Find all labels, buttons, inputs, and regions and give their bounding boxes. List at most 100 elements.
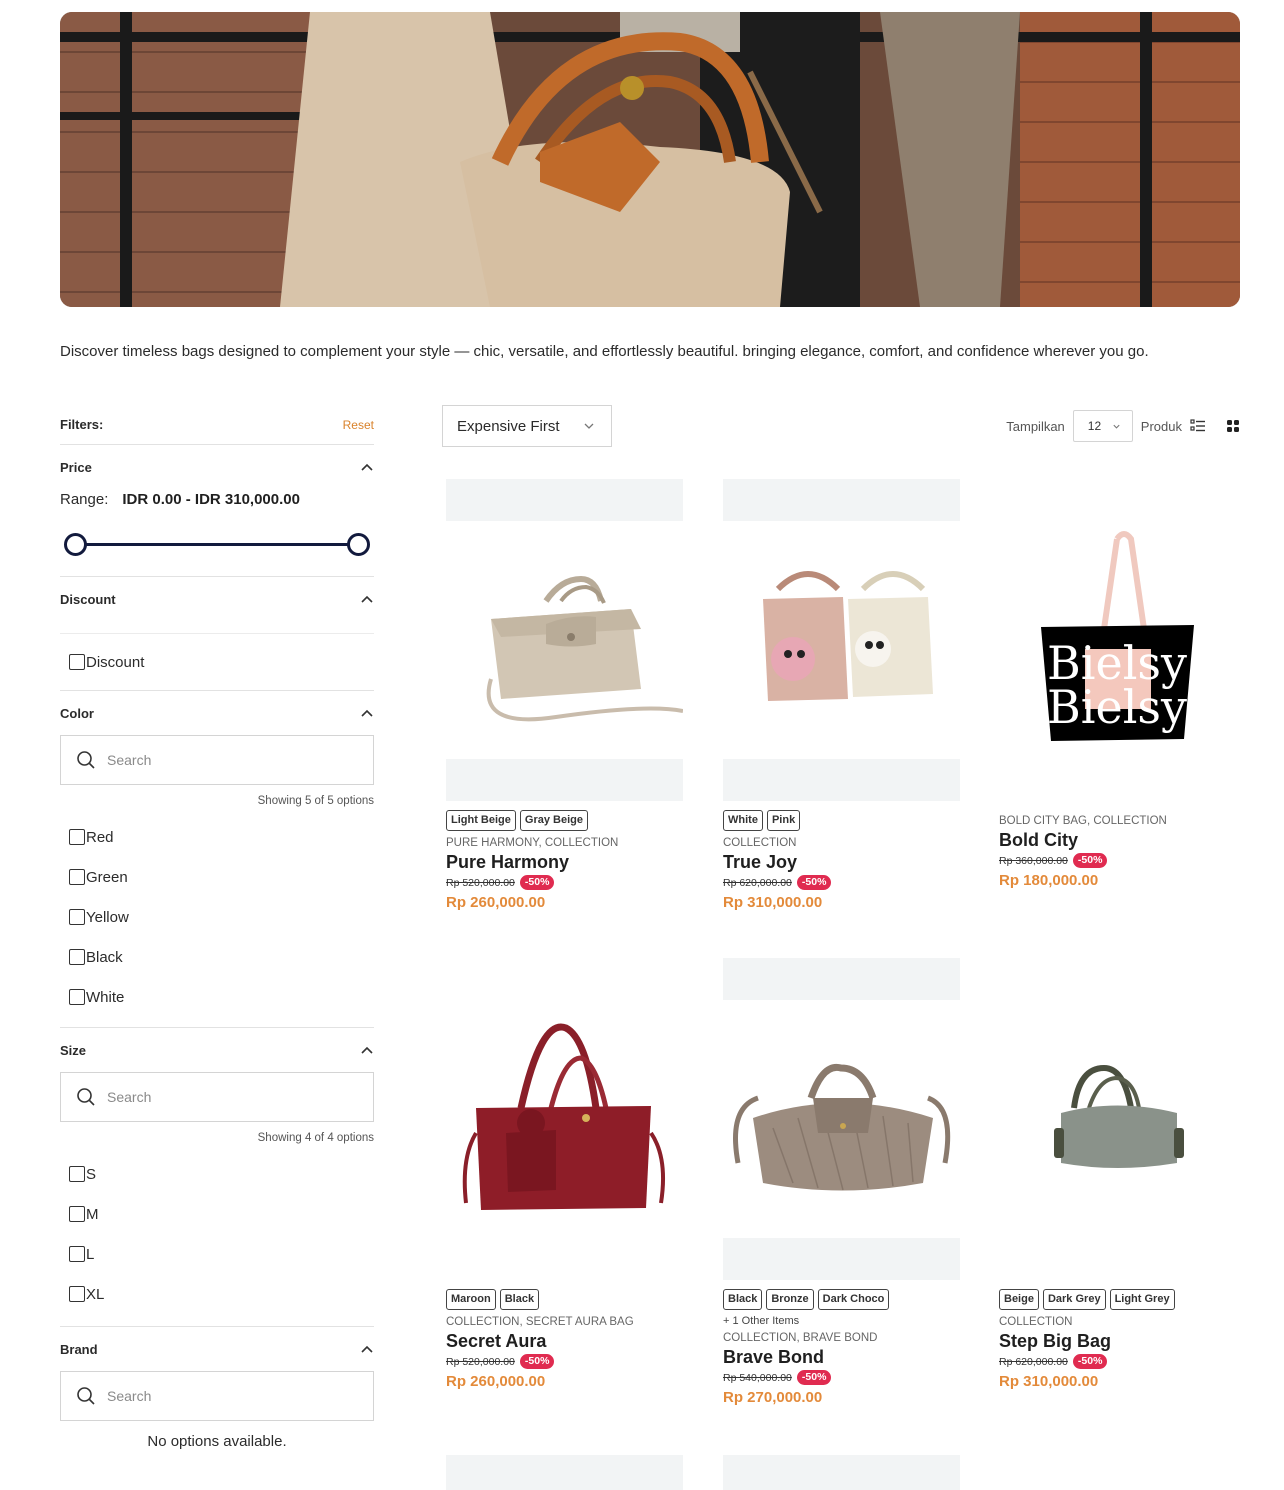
product-image[interactable]: [999, 958, 1236, 1280]
size-checkbox-0[interactable]: S: [60, 1154, 374, 1194]
checkbox-box[interactable]: [69, 1286, 85, 1302]
price-range-slider[interactable]: [60, 516, 374, 576]
product-name[interactable]: Brave Bond: [723, 1347, 960, 1368]
sale-price: Rp 260,000.00: [446, 894, 546, 911]
original-price: Rp 360,000.00: [999, 854, 1068, 867]
variant-tag[interactable]: Light Grey: [1109, 1289, 1175, 1310]
variant-tag[interactable]: Dark Choco: [817, 1289, 890, 1310]
maroon-handbag-image: [446, 958, 683, 1280]
checkbox-box[interactable]: [69, 1206, 85, 1222]
color-options-count: Showing 5 of 5 options: [257, 795, 374, 807]
discount-filter-section: Discount Discount: [60, 577, 374, 691]
pink-white-totes-image: [723, 521, 960, 759]
color-search-placeholder: Search: [107, 752, 152, 768]
product-name[interactable]: Pure Harmony: [446, 852, 683, 873]
checkbox-box[interactable]: [69, 1246, 85, 1262]
color-option-label: White: [86, 988, 125, 1006]
product-name[interactable]: Secret Aura: [446, 1331, 683, 1352]
old-price-line: Rp 520,000.00 -50%: [446, 875, 683, 890]
intro-text: Discover timeless bags designed to compl…: [60, 343, 1149, 360]
color-checkbox-4[interactable]: White: [60, 977, 374, 1017]
brand-filter-section: Brand Search No options available.: [60, 1327, 374, 1450]
variant-tag[interactable]: Black: [723, 1289, 763, 1310]
variant-tag[interactable]: Beige: [999, 1289, 1039, 1310]
product-card-partial[interactable]: [446, 1455, 683, 1490]
price-filter-toggle[interactable]: Price: [60, 445, 374, 489]
product-card[interactable]: Beige Dark Grey Light Grey COLLECTION Step B…: [999, 958, 1236, 1390]
variant-tag[interactable]: Dark Grey: [1042, 1289, 1106, 1310]
discount-badge: -50%: [796, 875, 832, 890]
color-checkbox-3[interactable]: Black: [60, 937, 374, 977]
variant-tags: Light Beige Gray Beige: [446, 810, 683, 832]
product-image[interactable]: [446, 479, 683, 801]
discount-filter-toggle[interactable]: Discount: [60, 577, 374, 621]
hero-photo-image: [60, 12, 1240, 307]
product-name[interactable]: Bold City: [999, 830, 1236, 851]
price-slider-max-handle[interactable]: [347, 533, 370, 556]
color-checkbox-0[interactable]: Red: [60, 817, 374, 857]
checkbox-box[interactable]: [69, 869, 85, 885]
checkbox-box[interactable]: [69, 989, 85, 1005]
checkbox-box[interactable]: [69, 949, 85, 965]
product-card[interactable]: Bielsy Bielsy BOLD CITY BAG, COLLECTION Bo…: [999, 479, 1236, 889]
product-image[interactable]: [723, 958, 960, 1280]
product-image[interactable]: [723, 479, 960, 801]
color-filter-toggle[interactable]: Color: [60, 691, 374, 735]
variant-tag[interactable]: Light Beige: [446, 810, 516, 831]
price-range-value: IDR 0.00 - IDR 310,000.00: [122, 491, 300, 508]
product-image[interactable]: [446, 958, 683, 1280]
product-card[interactable]: Maroon Black COLLECTION, SECRET AURA BAG Se…: [446, 958, 683, 1390]
variant-tag[interactable]: Bronze: [766, 1289, 814, 1310]
variant-tag[interactable]: White: [723, 810, 763, 831]
size-checkbox-2[interactable]: L: [60, 1234, 374, 1274]
color-checkbox-1[interactable]: Green: [60, 857, 374, 897]
old-price-line: Rp 360,000.00 -50%: [999, 853, 1236, 868]
size-checkbox-1[interactable]: M: [60, 1194, 374, 1234]
price-slider-min-handle[interactable]: [64, 533, 87, 556]
variant-tag[interactable]: Gray Beige: [519, 810, 588, 831]
reset-filters-button[interactable]: Reset: [343, 418, 374, 432]
list-view-icon[interactable]: [1190, 418, 1206, 434]
size-filter-section: Size Search Showing 4 of 4 options S M L XL: [60, 1028, 374, 1327]
product-card[interactable]: Black Bronze Dark Choco + 1 Other Items COLL…: [723, 958, 960, 1406]
sale-price: Rp 260,000.00: [446, 1373, 546, 1390]
unit-label: Produk: [1140, 418, 1182, 434]
product-image[interactable]: [446, 1455, 683, 1490]
product-name[interactable]: True Joy: [723, 852, 960, 873]
chevron-up-icon: [361, 709, 373, 717]
discount-checkbox[interactable]: Discount: [60, 642, 374, 682]
sale-price: Rp 310,000.00: [999, 1373, 1099, 1390]
size-checkbox-3[interactable]: XL: [60, 1274, 374, 1314]
color-checkbox-2[interactable]: Yellow: [60, 897, 374, 937]
sale-price: Rp 180,000.00: [999, 872, 1099, 889]
filters-sidebar: Filters: Reset Price Range: IDR 0.00 - ID…: [60, 405, 374, 1450]
color-search-input[interactable]: Search: [60, 735, 374, 785]
checkbox-box[interactable]: [69, 654, 85, 670]
product-card[interactable]: White Pink COLLECTION True Joy Rp 620,000.00…: [723, 479, 960, 911]
variant-tag[interactable]: Pink: [766, 810, 801, 831]
product-image[interactable]: Bielsy Bielsy: [999, 479, 1236, 801]
color-options-list: Red Green Yellow Black White: [60, 817, 374, 1017]
original-price: Rp 620,000.00: [723, 876, 792, 889]
checkbox-box[interactable]: [69, 829, 85, 845]
grid-view-icon[interactable]: [1226, 419, 1240, 433]
per-page-value: 12: [1087, 419, 1102, 433]
product-card[interactable]: Light Beige Gray Beige PURE HARMONY, COLLE…: [446, 479, 683, 911]
per-page-select[interactable]: 12: [1072, 410, 1133, 442]
product-image[interactable]: [723, 1455, 960, 1490]
variant-tag[interactable]: Black: [499, 1289, 540, 1310]
old-price-line: Rp 540,000.00 -50%: [723, 1370, 960, 1385]
size-option-label: S: [86, 1165, 97, 1183]
brand-filter-toggle[interactable]: Brand: [60, 1327, 374, 1371]
checkbox-box[interactable]: [69, 1166, 85, 1182]
variant-tag[interactable]: Maroon: [446, 1289, 496, 1310]
grey-duffel-bag-image: [999, 958, 1236, 1280]
sort-select[interactable]: Expensive First: [442, 405, 612, 447]
color-filter-label: Color: [60, 705, 94, 721]
size-filter-toggle[interactable]: Size: [60, 1028, 374, 1072]
size-search-input[interactable]: Search: [60, 1072, 374, 1122]
product-card-partial[interactable]: [723, 1455, 960, 1490]
product-name[interactable]: Step Big Bag: [999, 1331, 1236, 1352]
checkbox-box[interactable]: [69, 909, 85, 925]
brand-search-input[interactable]: Search: [60, 1371, 374, 1421]
